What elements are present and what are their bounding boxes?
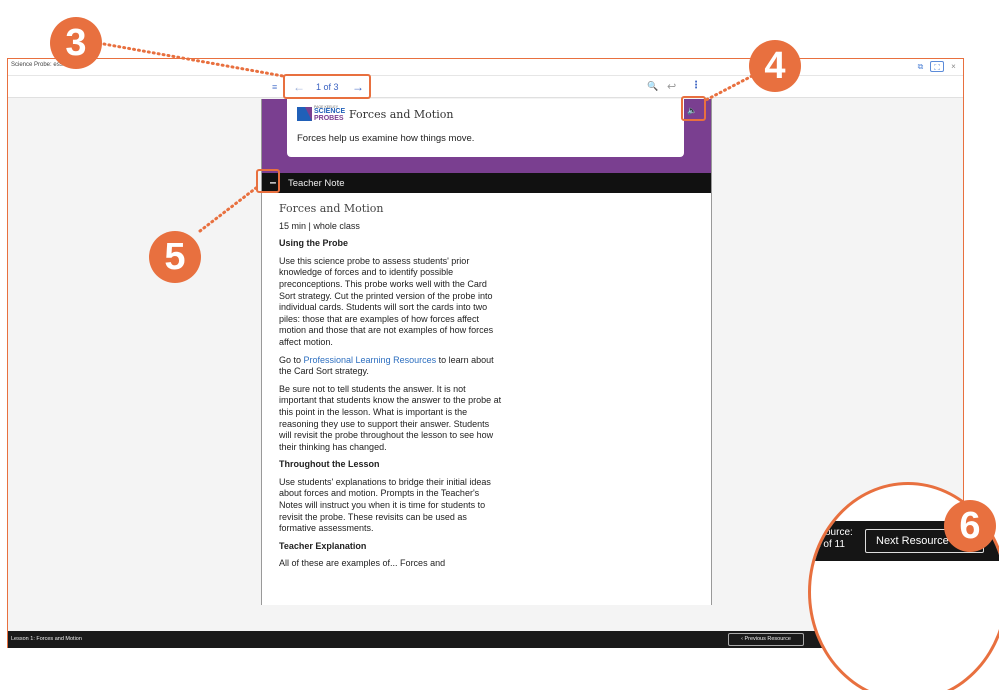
popout-icon[interactable]: ⧉ bbox=[915, 61, 926, 72]
probe-banner: PAGE KEELEY SCIENCE PROBES Forces and Mo… bbox=[262, 99, 711, 173]
paragraph-card-sort: Go to Professional Learning Resources to… bbox=[279, 355, 503, 378]
callout-note-toggle bbox=[256, 169, 280, 193]
professional-learning-link[interactable]: Professional Learning Resources bbox=[304, 355, 437, 365]
teacher-note-header[interactable]: – Teacher Note bbox=[262, 173, 711, 193]
note-title: Forces and Motion bbox=[279, 202, 384, 215]
previous-resource-button[interactable]: ‹ Previous Resource bbox=[728, 633, 804, 646]
heading-throughout-lesson: Throughout the Lesson bbox=[279, 459, 380, 470]
paragraph-using-probe: Use this science probe to assess student… bbox=[279, 255, 494, 347]
logo-mark-icon bbox=[297, 107, 312, 121]
list-icon[interactable]: ≡ bbox=[272, 82, 277, 92]
step-marker-4: 4 bbox=[749, 40, 801, 92]
teacher-note-body: Forces and Motion 15 min | whole class U… bbox=[279, 203, 503, 576]
fullscreen-icon[interactable]: ⛶ bbox=[930, 61, 944, 72]
probe-subtitle: Forces help us examine how things move. bbox=[297, 133, 475, 144]
step-marker-3: 3 bbox=[50, 17, 102, 69]
lesson-title: Lesson 1: Forces and Motion bbox=[11, 636, 82, 642]
paragraph-reasoning: Be sure not to tell students the answer.… bbox=[279, 383, 502, 452]
close-icon[interactable]: × bbox=[948, 61, 959, 72]
search-icon[interactable]: 🔍 bbox=[647, 81, 658, 92]
note-meta: 15 min | whole class bbox=[279, 220, 360, 231]
resource-count: 1 of 11 bbox=[815, 539, 845, 550]
logo-line2: SCIENCE bbox=[314, 108, 346, 115]
next-resource-label: Next Resource bbox=[876, 535, 949, 547]
window-controls: ⧉ ⛶ × bbox=[915, 61, 959, 72]
reader-toolbar: ≡ ← 1 of 3 → 🔍 ↩ ⋮ bbox=[8, 76, 963, 98]
probe-card: PAGE KEELEY SCIENCE PROBES Forces and Mo… bbox=[287, 99, 684, 157]
step-marker-6: 6 bbox=[944, 500, 996, 552]
title-bar: Science Probe: esson ⧉ ⛶ × bbox=[8, 59, 963, 76]
reader-content[interactable]: PAGE KEELEY SCIENCE PROBES Forces and Mo… bbox=[261, 99, 712, 605]
resource-counter: Resource: 1 of 11 bbox=[808, 527, 859, 551]
resource-label: Resource: bbox=[808, 527, 853, 538]
share-icon[interactable]: ↩ bbox=[667, 80, 676, 93]
teacher-note-label: Teacher Note bbox=[288, 178, 345, 189]
paragraph-explanation: All of these are examples of... Forces a… bbox=[279, 558, 446, 569]
probe-title: Forces and Motion bbox=[349, 108, 454, 121]
callout-audio bbox=[681, 96, 706, 121]
heading-teacher-explanation: Teacher Explanation bbox=[279, 540, 367, 551]
science-probes-logo: PAGE KEELEY SCIENCE PROBES bbox=[297, 105, 345, 123]
more-options-icon[interactable]: ⋮ bbox=[691, 80, 701, 91]
step-marker-5: 5 bbox=[149, 231, 201, 283]
paragraph-throughout: Use students' explanations to bridge the… bbox=[279, 476, 491, 534]
heading-using-probe: Using the Probe bbox=[279, 238, 349, 249]
logo-line3: PROBES bbox=[314, 115, 344, 122]
callout-page-nav bbox=[283, 74, 371, 99]
para2-pre: Go to bbox=[279, 354, 304, 365]
